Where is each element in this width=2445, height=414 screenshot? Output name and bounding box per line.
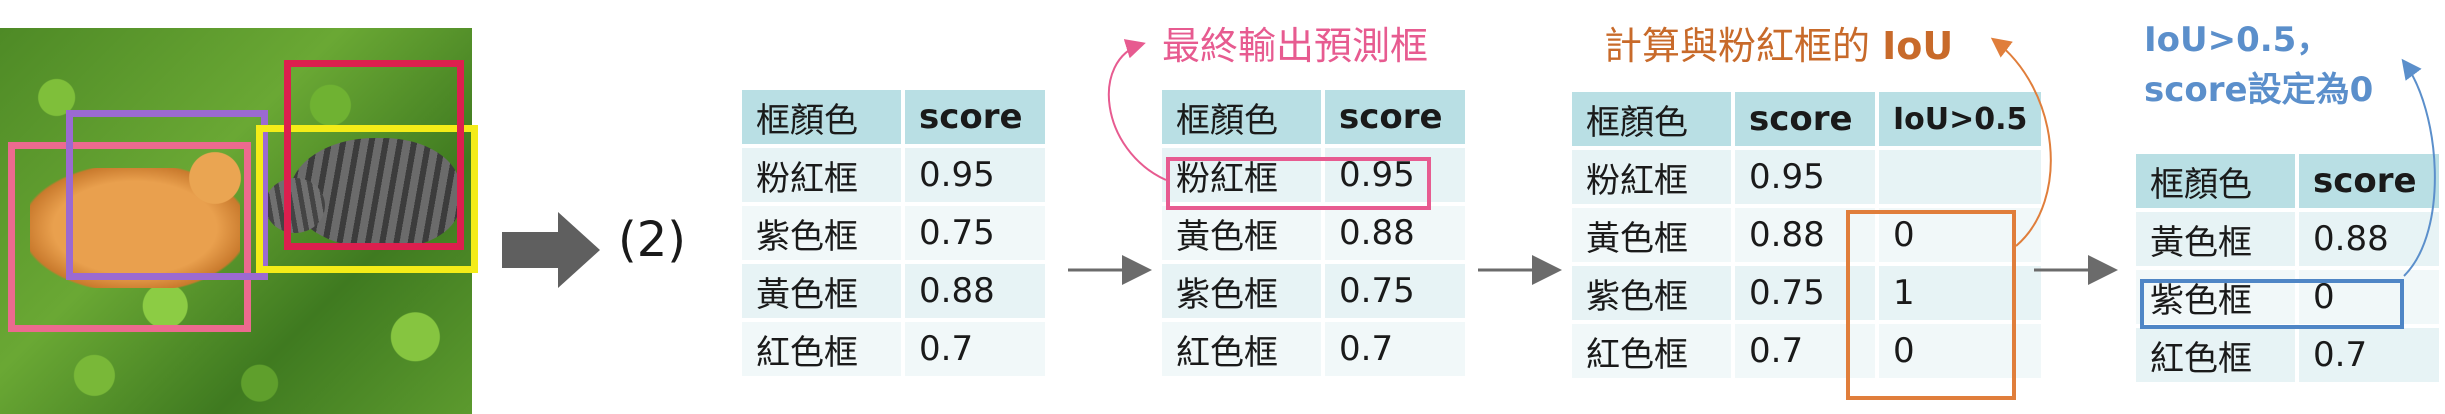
- cell-score: 0.95: [1735, 150, 1875, 204]
- cell-color: 紫色框: [1162, 264, 1321, 318]
- table-row: 紅色框 0.7: [2136, 328, 2439, 382]
- table-row: 紫色框 0.75: [742, 206, 1045, 260]
- note-rule-line1: IoU>0.5，: [2144, 20, 2331, 60]
- table-header-row: 框顏色 score: [1162, 90, 1465, 144]
- cell-score: 0.7: [905, 322, 1045, 376]
- cell-color: 粉紅框: [742, 148, 901, 202]
- header-box-color: 框顏色: [742, 90, 901, 144]
- table-row: 紅色框 0.7: [1162, 322, 1465, 376]
- highlight-suppressed-box: [2140, 279, 2404, 329]
- table-row: 紫色框 0.75: [1162, 264, 1465, 318]
- cell-score: 0.95: [905, 148, 1045, 202]
- table-header-row: 框顏色 score: [2136, 154, 2439, 208]
- cell-color: 黃色框: [1572, 208, 1731, 262]
- cell-color: 紅色框: [1162, 322, 1321, 376]
- cell-score: 0.88: [2299, 212, 2439, 266]
- cell-iou: [1879, 150, 2042, 204]
- table-row: 黃色框 0.88: [1162, 206, 1465, 260]
- cell-score: 0.7: [1325, 322, 1465, 376]
- highlight-output-box: [1166, 157, 1431, 210]
- note-compute-iou-term: IoU: [1882, 24, 1954, 68]
- note-rule-line2: score設定為0: [2144, 70, 2374, 110]
- cell-score: 0.75: [1325, 264, 1465, 318]
- note-compute-prefix: 計算與粉紅框的: [1604, 24, 1871, 68]
- cell-color: 紅色框: [2136, 328, 2295, 382]
- cell-color: 紅色框: [1572, 324, 1731, 378]
- header-score: score: [1325, 90, 1465, 144]
- table-row: 粉紅框 0.95: [742, 148, 1045, 202]
- table-sorted-boxes: 框顏色 score 粉紅框 0.95 黃色框 0.88 紫色框 0.75 紅色框…: [1158, 86, 1469, 380]
- cell-score: 0.88: [905, 264, 1045, 318]
- cell-color: 紅色框: [742, 322, 901, 376]
- red-bounding-box: [284, 60, 464, 250]
- cell-color: 紫色框: [742, 206, 901, 260]
- table-row: 黃色框 0.88: [742, 264, 1045, 318]
- table-row: 紅色框 0.7: [742, 322, 1045, 376]
- cell-score: 0.7: [2299, 328, 2439, 382]
- table-header-row: 框顏色 score IoU>0.5: [1572, 92, 2042, 146]
- cell-color: 黃色框: [742, 264, 901, 318]
- note-compute-iou: 計算與粉紅框的 IoU: [1604, 15, 1953, 70]
- big-arrow-icon: [502, 212, 600, 288]
- table-header-row: 框顏色 score: [742, 90, 1045, 144]
- header-score: score: [2299, 154, 2439, 208]
- cell-color: 紫色框: [1572, 266, 1731, 320]
- cell-color: 粉紅框: [1572, 150, 1731, 204]
- step-label: (2): [618, 212, 686, 268]
- header-box-color: 框顏色: [2136, 154, 2295, 208]
- cell-score: 0.88: [1325, 206, 1465, 260]
- highlight-iou-column: [1846, 210, 2016, 400]
- table-row: 黃色框 0.88: [2136, 212, 2439, 266]
- purple-bounding-box: [66, 110, 268, 280]
- note-final-output: 最終輸出預測框: [1162, 24, 1429, 68]
- table-initial-boxes: 框顏色 score 粉紅框 0.95 紫色框 0.75 黃色框 0.88 紅色框…: [738, 86, 1049, 380]
- header-score: score: [905, 90, 1045, 144]
- cell-color: 黃色框: [2136, 212, 2295, 266]
- note-suppression-rule: IoU>0.5， score設定為0: [2144, 15, 2373, 115]
- table-row: 粉紅框 0.95: [1572, 150, 2042, 204]
- header-box-color: 框顏色: [1162, 90, 1321, 144]
- header-score: score: [1735, 92, 1875, 146]
- cell-color: 黃色框: [1162, 206, 1321, 260]
- cell-score: 0.75: [905, 206, 1045, 260]
- header-box-color: 框顏色: [1572, 92, 1731, 146]
- header-iou: IoU>0.5: [1879, 92, 2042, 146]
- table-updated-scores: 框顏色 score 黃色框 0.88 紫色框 0 紅色框 0.7: [2132, 150, 2443, 386]
